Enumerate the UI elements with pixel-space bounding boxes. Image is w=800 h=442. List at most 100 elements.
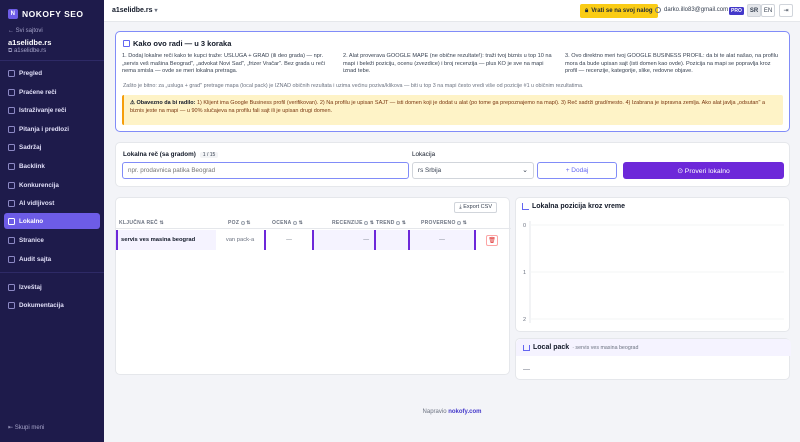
th-rating[interactable]: Ocena ⇅ xyxy=(272,220,303,226)
keyword-label: Lokalna reč (sa gradom) 1 / 15 xyxy=(123,151,219,158)
site-external-link[interactable]: ⧉ a1selidbe.rs xyxy=(8,48,46,55)
sidebar-item-istrazivanje-reci[interactable]: Istraživanje reči xyxy=(4,102,100,118)
sort-icon: ⇅ xyxy=(298,220,304,226)
topbar: a1selidbe.rs ▾ 🔒︎ Vrati se na svoj nalog d… xyxy=(104,0,800,22)
return-to-account-button[interactable]: 🔒︎ Vrati se na svoj nalog xyxy=(580,4,658,18)
sidebar-item-lokalno[interactable]: Lokalno xyxy=(4,213,100,229)
sidebar-item-ai-vidljivost[interactable]: AI vidljivost xyxy=(4,195,100,211)
footer: Napravio nokofy.com xyxy=(422,409,482,415)
sidebar-item-stranice[interactable]: Stranice xyxy=(4,232,100,248)
logo-icon: N xyxy=(8,9,18,19)
store-icon xyxy=(523,344,530,351)
add-keyword-button[interactable]: + Dodaj xyxy=(537,162,617,179)
table-row: servis ves masina beograd van pack-a — —… xyxy=(116,230,511,250)
overview-icon xyxy=(8,69,15,77)
how-it-works-card: Kako ovo radi — u 3 koraka 1. Dodaj loka… xyxy=(115,31,790,132)
keyword-research-icon xyxy=(8,106,15,114)
sidebar-divider xyxy=(0,60,104,61)
th-pos[interactable]: Poz ⇅ xyxy=(228,220,251,226)
y-tick-label: 1 xyxy=(523,270,526,276)
info-icon xyxy=(293,221,298,225)
sort-icon: ⇅ xyxy=(369,220,375,226)
sidebar-item-backlink[interactable]: Backlink xyxy=(4,158,100,174)
step-1: 1. Dodaj lokalne reči kako te kupci traž… xyxy=(122,53,325,75)
sidebar-item-izvestaj[interactable]: Izveštaj xyxy=(4,279,100,295)
report-icon xyxy=(8,283,15,291)
why-note: Zašto je bitno: za „usluga + grad" pretr… xyxy=(123,83,584,89)
ai-visibility-icon xyxy=(8,199,15,207)
cell-verified: — xyxy=(408,230,476,250)
lock-icon: 🔒︎ xyxy=(585,7,589,14)
trash-icon[interactable]: 🗑︎ xyxy=(486,234,498,246)
chart-title: Lokalna pozicija kroz vreme xyxy=(522,203,625,210)
local-pack-title: Local pack xyxy=(533,344,570,351)
sort-icon: ⇅ xyxy=(401,220,407,226)
plan-badge: PRO xyxy=(729,7,744,15)
backlink-icon xyxy=(8,162,15,170)
lang-en-button[interactable]: EN xyxy=(761,4,775,17)
sidebar-item-pregled[interactable]: Pregled xyxy=(4,65,100,81)
sidebar-item-sadrzaj[interactable]: Sadržaj xyxy=(4,139,100,155)
competition-icon xyxy=(8,181,15,189)
local-keyword-input[interactable] xyxy=(122,162,409,179)
site-switcher[interactable]: a1selidbe.rs ▾ xyxy=(112,7,157,14)
sidebar-item-audit[interactable]: Audit sajta xyxy=(4,251,100,267)
collapse-menu-button[interactable]: ⇤ Skupi meni xyxy=(8,424,44,431)
sidebar-divider xyxy=(0,272,104,273)
user-account[interactable]: darko.illo83@gmail.com xyxy=(655,7,728,13)
cell-reviews: — xyxy=(312,230,374,250)
local-icon xyxy=(8,217,15,225)
chevron-down-icon: ▾ xyxy=(154,8,158,14)
sort-icon: ⇅ xyxy=(246,220,251,226)
requirements-warning: ⚠ Obavezno da bi radilo: 1) Klijent ima … xyxy=(122,95,783,125)
warning-text: 1) Klijent ima Google Business profil (v… xyxy=(130,100,765,114)
sidebar-item-pracene-reci[interactable]: Praćene reči xyxy=(4,84,100,100)
th-trend[interactable]: Trend ⇅ xyxy=(376,220,406,226)
sidebar-item-pitanja[interactable]: Pitanja i predlozi xyxy=(4,121,100,137)
step-3: 3. Ovo direktno meri tvoj GOOGLE BUSINES… xyxy=(565,53,778,75)
info-icon xyxy=(364,221,369,225)
cell-pos: van pack-a xyxy=(225,237,255,243)
cell-trend xyxy=(374,230,408,250)
lang-sr-button[interactable]: SR xyxy=(747,4,761,17)
info-icon xyxy=(240,221,245,225)
th-reviews[interactable]: Recenzije ⇅ xyxy=(332,220,374,226)
back-to-sites-link[interactable]: ← Svi sajtovi xyxy=(8,28,43,34)
docs-icon xyxy=(8,301,15,309)
sort-icon: ⇅ xyxy=(462,220,468,226)
check-local-button[interactable]: ⊙ Proveri lokalno xyxy=(623,162,784,179)
map-icon xyxy=(123,40,130,47)
tracked-keywords-icon xyxy=(8,88,15,96)
brand-name: NOKOFY SEO xyxy=(22,9,84,19)
th-verified[interactable]: Provereno ⇅ xyxy=(421,220,467,226)
warning-title: ⚠ Obavezno da bi radilo: xyxy=(130,100,196,106)
sort-icon: ⇅ xyxy=(159,220,164,226)
logout-icon[interactable]: ⇥ xyxy=(779,4,793,17)
pages-icon xyxy=(8,236,15,244)
add-keyword-form: Lokalna reč (sa gradom)1 / 15 Lokacija r… xyxy=(115,142,790,187)
position-chart: 0 1 2 xyxy=(523,221,784,323)
location-select[interactable]: rs Srbija ⌄ xyxy=(412,162,534,179)
site-name: a1selidbe.rs xyxy=(8,38,52,47)
sidebar-item-konkurencija[interactable]: Konkurencija xyxy=(4,177,100,193)
info-icon xyxy=(457,221,462,225)
table-header: Ključna reč ⇅ Poz ⇅ Ocena ⇅ Recenzije ⇅ Tren… xyxy=(116,217,511,229)
keyword-count-badge: 1 / 15 xyxy=(199,152,219,158)
sidebar: N NOKOFY SEO ← Svi sajtovi a1selidbe.rs … xyxy=(0,0,104,442)
y-tick-label: 0 xyxy=(523,223,526,229)
cell-rating: — xyxy=(264,230,312,250)
sidebar-item-dokumentacija[interactable]: Dokumentacija xyxy=(4,297,100,313)
location-label: Lokacija xyxy=(412,151,436,158)
export-csv-button[interactable]: ⤓ Export CSV xyxy=(454,202,497,213)
content-icon xyxy=(8,143,15,151)
cell-keyword[interactable]: servis ves masina beograd xyxy=(116,230,216,250)
th-keyword[interactable]: Ključna reč ⇅ xyxy=(119,220,164,226)
chevron-down-icon: ⌄ xyxy=(522,167,528,174)
step-2: 2. Alat proverava GOOGLE MAPE (ne obične… xyxy=(343,53,552,75)
y-tick-label: 2 xyxy=(523,317,526,323)
footer-link[interactable]: nokofy.com xyxy=(448,409,481,415)
user-icon xyxy=(655,7,661,13)
audit-icon xyxy=(8,255,15,263)
local-pack-keyword: · servis ves masina beograd xyxy=(572,344,639,351)
brand-logo[interactable]: N NOKOFY SEO xyxy=(8,9,84,19)
